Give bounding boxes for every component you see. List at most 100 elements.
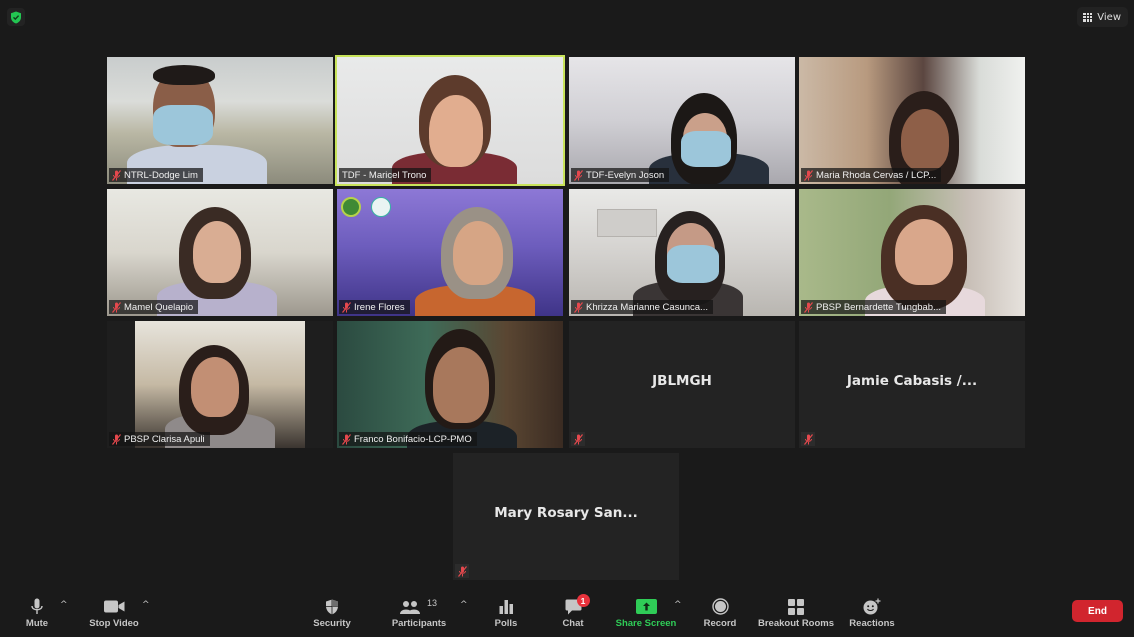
muted-indicator <box>455 564 469 578</box>
participant-name-tag: PBSP Bernardette Tungbab... <box>801 300 946 314</box>
meeting-toolbar: Mute ^ Stop Video ^ Security 13 Particip… <box>0 590 1134 637</box>
microphone-icon <box>31 598 43 614</box>
participant-name: NTRL-Dodge Lim <box>124 169 198 181</box>
participant-tile[interactable]: PBSP Bernardette Tungbab... <box>799 189 1025 316</box>
participant-name: JBLMGH <box>652 373 712 389</box>
share-screen-label: Share Screen <box>615 618 677 629</box>
mic-off-icon <box>803 433 813 445</box>
participant-name: PBSP Bernardette Tungbab... <box>816 301 941 313</box>
participant-name-tag: TDF - Maricel Trono <box>339 168 432 182</box>
mic-off-icon <box>342 301 351 313</box>
participants-options-caret[interactable]: ^ <box>460 600 468 610</box>
share-options-caret[interactable]: ^ <box>674 600 682 610</box>
participant-name: Khrizza Marianne Casunca... <box>586 301 708 313</box>
participant-tile-active-speaker[interactable]: TDF - Maricel Trono <box>335 55 565 186</box>
breakout-rooms-label: Breakout Rooms <box>758 618 835 629</box>
participant-name: Franco Bonifacio-LCP-PMO <box>354 433 472 445</box>
polls-label: Polls <box>494 618 518 629</box>
muted-indicator <box>801 432 815 446</box>
mic-off-icon <box>457 565 467 577</box>
mute-button[interactable]: Mute <box>18 590 56 637</box>
mic-off-icon <box>112 433 121 445</box>
participant-video <box>569 57 795 184</box>
participant-tile[interactable]: NTRL-Dodge Lim <box>107 57 333 184</box>
mic-off-icon <box>342 433 351 445</box>
participant-video <box>107 57 333 184</box>
security-button[interactable]: Security <box>310 590 354 637</box>
encryption-badge[interactable] <box>7 8 25 26</box>
stop-video-label: Stop Video <box>89 618 139 629</box>
record-icon <box>711 598 729 615</box>
participant-count: 13 <box>427 598 438 608</box>
mic-off-icon <box>574 169 583 181</box>
chat-button[interactable]: 1 Chat <box>556 590 590 637</box>
participant-tile[interactable]: TDF-Evelyn Joson <box>569 57 795 184</box>
participant-name-tag: Irene Flores <box>339 300 410 314</box>
participant-name-tag: Khrizza Marianne Casunca... <box>571 300 713 314</box>
participants-label: Participants <box>391 618 447 629</box>
participant-video <box>107 189 333 316</box>
participant-name: Mary Rosary San... <box>494 505 638 521</box>
bar-chart-icon <box>499 600 513 614</box>
reactions-button[interactable]: Reactions <box>848 590 896 637</box>
grid-icon <box>1083 12 1093 22</box>
participant-tile-no-video[interactable]: Mary Rosary San... <box>453 453 679 580</box>
view-button[interactable]: View <box>1077 7 1128 27</box>
participant-name: TDF-Evelyn Joson <box>586 169 665 181</box>
video-camera-icon <box>103 600 124 613</box>
stop-video-button[interactable]: Stop Video <box>86 590 142 637</box>
participants-icon <box>400 601 420 614</box>
participant-tile[interactable]: PBSP Clarisa Apuli <box>107 321 333 448</box>
mic-off-icon <box>112 169 121 181</box>
lungs-logo-icon <box>371 197 391 217</box>
participant-tile-no-video[interactable]: Jamie Cabasis /... <box>799 321 1025 448</box>
mic-off-icon <box>112 301 121 313</box>
mic-off-icon <box>804 301 813 313</box>
participant-name: Jamie Cabasis /... <box>846 373 978 389</box>
record-label: Record <box>703 618 737 629</box>
mic-off-icon <box>804 169 813 181</box>
participant-name-tag: PBSP Clarisa Apuli <box>109 432 210 446</box>
participant-video <box>337 57 563 184</box>
reactions-label: Reactions <box>849 618 895 629</box>
security-label: Security <box>313 618 351 629</box>
video-options-caret[interactable]: ^ <box>142 600 150 610</box>
participant-tile[interactable]: Mamel Quelapio <box>107 189 333 316</box>
shield-check-icon <box>11 11 21 23</box>
participant-tile[interactable]: Irene Flores <box>337 189 563 316</box>
share-arrow-icon <box>635 599 657 614</box>
participant-name-tag: Franco Bonifacio-LCP-PMO <box>339 432 477 446</box>
participant-video <box>337 321 563 448</box>
participant-name-tag: TDF-Evelyn Joson <box>571 168 670 182</box>
participant-tile[interactable]: Khrizza Marianne Casunca... <box>569 189 795 316</box>
smiley-plus-icon <box>863 598 881 615</box>
record-button[interactable]: Record <box>702 590 738 637</box>
participant-tile[interactable]: Franco Bonifacio-LCP-PMO <box>337 321 563 448</box>
mute-label: Mute <box>25 618 49 629</box>
breakout-rooms-button[interactable]: Breakout Rooms <box>758 590 834 637</box>
chat-label: Chat <box>562 618 584 629</box>
muted-indicator <box>571 432 585 446</box>
participant-tile-no-video[interactable]: JBLMGH <box>569 321 795 448</box>
participant-name-tag: Mamel Quelapio <box>109 300 199 314</box>
unread-chat-badge: 1 <box>576 594 590 607</box>
participants-button[interactable]: 13 Participants <box>392 590 446 637</box>
participant-video <box>337 189 563 316</box>
participant-name: Maria Rhoda Cervas / LCP... <box>816 169 937 181</box>
view-label: View <box>1097 11 1121 23</box>
polls-button[interactable]: Polls <box>490 590 522 637</box>
participant-name: TDF - Maricel Trono <box>342 169 427 181</box>
shield-icon <box>326 599 338 614</box>
participant-name-tag: NTRL-Dodge Lim <box>109 168 203 182</box>
participant-tile[interactable]: Maria Rhoda Cervas / LCP... <box>799 57 1025 184</box>
participant-name-tag: Maria Rhoda Cervas / LCP... <box>801 168 942 182</box>
participant-video <box>569 189 795 316</box>
participant-name: Irene Flores <box>354 301 405 313</box>
participant-video <box>799 57 1025 184</box>
share-screen-button[interactable]: Share Screen <box>614 590 678 637</box>
mic-off-icon <box>574 301 583 313</box>
audio-options-caret[interactable]: ^ <box>60 600 68 610</box>
end-meeting-button[interactable]: End <box>1072 600 1123 622</box>
participant-name: Mamel Quelapio <box>124 301 194 313</box>
mic-off-icon <box>573 433 583 445</box>
